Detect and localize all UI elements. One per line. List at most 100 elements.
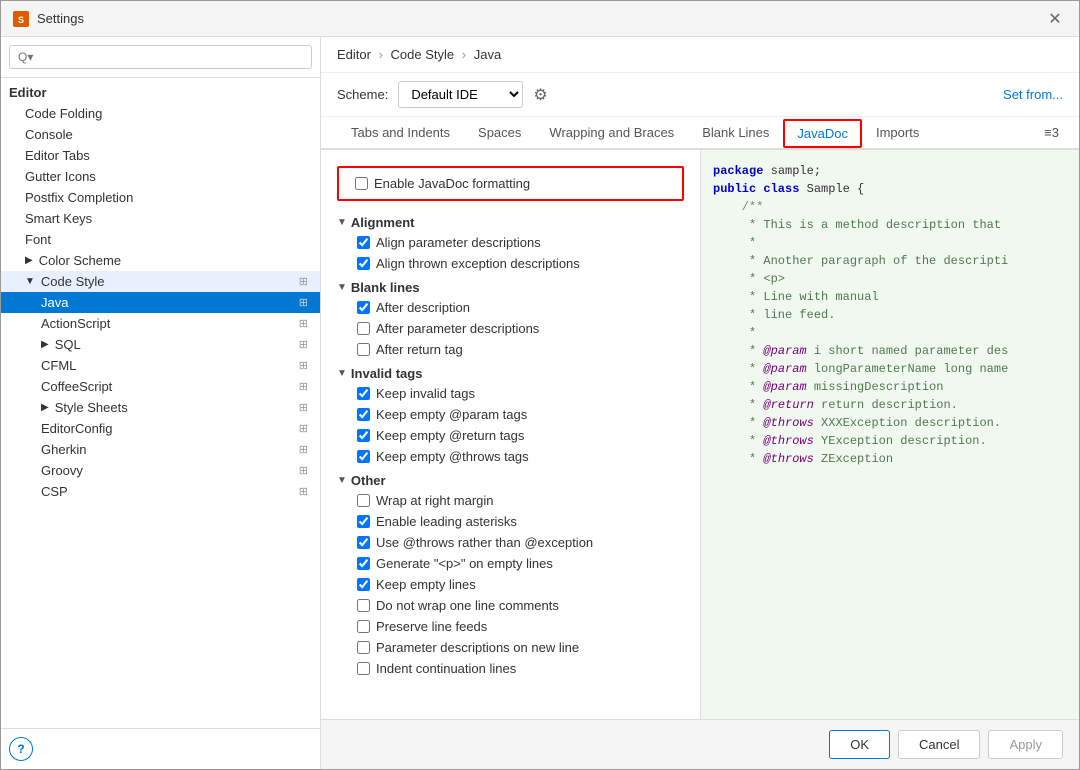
tab-spaces[interactable]: Spaces xyxy=(464,117,535,150)
keep-empty-return-item: Keep empty @return tags xyxy=(321,425,700,446)
editor-tabs-label: Editor Tabs xyxy=(25,148,90,163)
more-tabs[interactable]: ≡3 xyxy=(1040,117,1063,148)
keep-empty-param-checkbox[interactable] xyxy=(357,408,370,421)
after-param-checkbox[interactable] xyxy=(357,322,370,335)
keep-empty-throws-label[interactable]: Keep empty @throws tags xyxy=(376,449,529,464)
scheme-select[interactable]: Default IDE xyxy=(398,81,523,108)
sidebar-item-gherkin[interactable]: Gherkin ⊞ xyxy=(1,439,320,460)
sidebar-item-sql[interactable]: ▶ SQL ⊞ xyxy=(1,334,320,355)
sidebar-item-java[interactable]: Java ⊞ xyxy=(1,292,320,313)
gear-icon[interactable]: ⚙ xyxy=(533,85,547,105)
blank-lines-section-header: ▼ Blank lines xyxy=(321,274,700,297)
use-throws-checkbox[interactable] xyxy=(357,536,370,549)
sidebar-item-smart-keys[interactable]: Smart Keys xyxy=(1,208,320,229)
align-throws-label[interactable]: Align thrown exception descriptions xyxy=(376,256,580,271)
sidebar-item-coffeescript[interactable]: CoffeeScript ⊞ xyxy=(1,376,320,397)
use-throws-label[interactable]: Use @throws rather than @exception xyxy=(376,535,593,550)
sidebar-item-csp[interactable]: CSP ⊞ xyxy=(1,481,320,502)
search-bar xyxy=(1,37,320,78)
apply-button[interactable]: Apply xyxy=(988,730,1063,759)
indent-cont-checkbox[interactable] xyxy=(357,662,370,675)
alignment-label: Alignment xyxy=(351,215,415,230)
sidebar-item-cfml[interactable]: CFML ⊞ xyxy=(1,355,320,376)
enable-javadoc-label[interactable]: Enable JavaDoc formatting xyxy=(374,176,530,191)
csp-copy-icon: ⊞ xyxy=(299,485,308,498)
sidebar-item-editor[interactable]: Editor xyxy=(1,82,320,103)
keep-empty-throws-checkbox[interactable] xyxy=(357,450,370,463)
align-throws-checkbox[interactable] xyxy=(357,257,370,270)
keep-invalid-checkbox[interactable] xyxy=(357,387,370,400)
set-from-link[interactable]: Set from... xyxy=(1003,87,1063,102)
enable-asterisks-label[interactable]: Enable leading asterisks xyxy=(376,514,517,529)
align-param-checkbox[interactable] xyxy=(357,236,370,249)
after-desc-label[interactable]: After description xyxy=(376,300,470,315)
tab-wrapping[interactable]: Wrapping and Braces xyxy=(535,117,688,150)
sidebar: Editor Code Folding Console Editor Tabs … xyxy=(1,37,321,769)
scheme-bar: Scheme: Default IDE ⚙ Set from... xyxy=(321,73,1079,117)
keep-empty-param-label[interactable]: Keep empty @param tags xyxy=(376,407,527,422)
after-return-label[interactable]: After return tag xyxy=(376,342,463,357)
close-button[interactable]: ✕ xyxy=(1043,7,1067,31)
sidebar-item-code-folding[interactable]: Code Folding xyxy=(1,103,320,124)
sidebar-item-editorconfig[interactable]: EditorConfig ⊞ xyxy=(1,418,320,439)
tab-imports[interactable]: Imports xyxy=(862,117,933,150)
sql-copy-icon: ⊞ xyxy=(299,338,308,351)
preview-line-7: * Another paragraph of the descripti xyxy=(713,252,1067,270)
help-button[interactable]: ? xyxy=(9,737,33,761)
tab-blank-lines[interactable]: Blank Lines xyxy=(688,117,783,150)
enable-asterisks-checkbox[interactable] xyxy=(357,515,370,528)
wrap-right-label[interactable]: Wrap at right margin xyxy=(376,493,494,508)
breadcrumb-sep2: › xyxy=(462,47,470,62)
code-style-label: Code Style xyxy=(41,274,105,289)
sidebar-item-style-sheets[interactable]: ▶ Style Sheets ⊞ xyxy=(1,397,320,418)
search-input[interactable] xyxy=(9,45,312,69)
preview-line-4: /** xyxy=(713,198,1067,216)
sidebar-item-editor-tabs[interactable]: Editor Tabs xyxy=(1,145,320,166)
sidebar-item-font[interactable]: Font xyxy=(1,229,320,250)
app-icon: S xyxy=(13,11,29,27)
gherkin-copy-icon: ⊞ xyxy=(299,443,308,456)
sidebar-item-gutter-icons[interactable]: Gutter Icons xyxy=(1,166,320,187)
preview-line-12: * @param i short named parameter des xyxy=(713,342,1067,360)
sidebar-item-groovy[interactable]: Groovy ⊞ xyxy=(1,460,320,481)
tab-tabs-indents[interactable]: Tabs and Indents xyxy=(337,117,464,150)
preview-line-5: * This is a method description that xyxy=(713,216,1067,234)
param-new-line-checkbox[interactable] xyxy=(357,641,370,654)
preview-line-17: * @throws YException description. xyxy=(713,432,1067,450)
breadcrumb-sep1: › xyxy=(379,47,387,62)
indent-cont-label[interactable]: Indent continuation lines xyxy=(376,661,516,676)
generate-p-label[interactable]: Generate "<p>" on empty lines xyxy=(376,556,553,571)
cancel-button[interactable]: Cancel xyxy=(898,730,980,759)
keep-empty-lines-label[interactable]: Keep empty lines xyxy=(376,577,476,592)
sidebar-item-actionscript[interactable]: ActionScript ⊞ xyxy=(1,313,320,334)
sidebar-item-code-style[interactable]: ▼ Code Style ⊞ xyxy=(1,271,320,292)
main-content: Editor Code Folding Console Editor Tabs … xyxy=(1,37,1079,769)
no-wrap-one-line-label[interactable]: Do not wrap one line comments xyxy=(376,598,559,613)
enable-javadoc-checkbox[interactable] xyxy=(355,177,368,190)
postfix-label: Postfix Completion xyxy=(25,190,133,205)
no-wrap-one-line-checkbox[interactable] xyxy=(357,599,370,612)
preserve-feeds-checkbox[interactable] xyxy=(357,620,370,633)
preserve-feeds-label[interactable]: Preserve line feeds xyxy=(376,619,487,634)
groovy-copy-icon: ⊞ xyxy=(299,464,308,477)
after-param-label[interactable]: After parameter descriptions xyxy=(376,321,539,336)
after-return-checkbox[interactable] xyxy=(357,343,370,356)
keep-empty-return-label[interactable]: Keep empty @return tags xyxy=(376,428,524,443)
keep-empty-lines-checkbox[interactable] xyxy=(357,578,370,591)
sidebar-item-postfix[interactable]: Postfix Completion xyxy=(1,187,320,208)
console-label: Console xyxy=(25,127,73,142)
code-style-copy-icon: ⊞ xyxy=(299,275,308,288)
sidebar-item-console[interactable]: Console xyxy=(1,124,320,145)
keep-invalid-label[interactable]: Keep invalid tags xyxy=(376,386,475,401)
align-param-label[interactable]: Align parameter descriptions xyxy=(376,235,541,250)
tab-javadoc[interactable]: JavaDoc xyxy=(783,119,862,148)
param-new-line-label[interactable]: Parameter descriptions on new line xyxy=(376,640,579,655)
ok-button[interactable]: OK xyxy=(829,730,890,759)
after-desc-checkbox[interactable] xyxy=(357,301,370,314)
sidebar-item-color-scheme[interactable]: ▶ Color Scheme xyxy=(1,250,320,271)
keep-empty-return-checkbox[interactable] xyxy=(357,429,370,442)
no-wrap-one-line-item: Do not wrap one line comments xyxy=(321,595,700,616)
generate-p-checkbox[interactable] xyxy=(357,557,370,570)
java-label: Java xyxy=(41,295,68,310)
wrap-right-checkbox[interactable] xyxy=(357,494,370,507)
